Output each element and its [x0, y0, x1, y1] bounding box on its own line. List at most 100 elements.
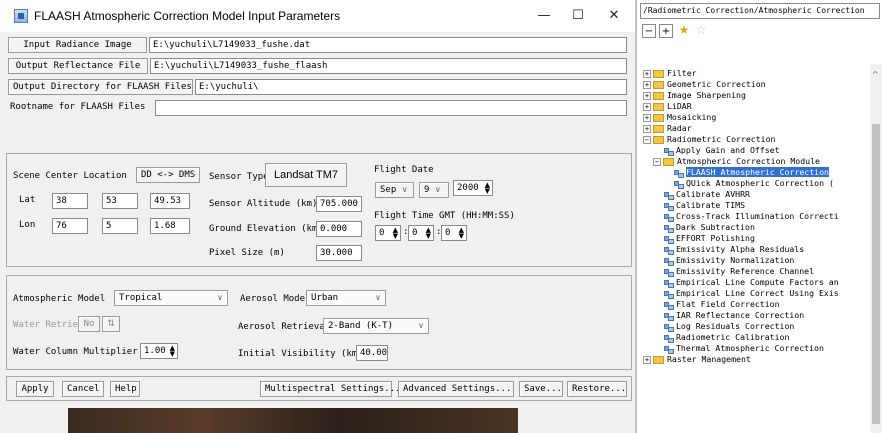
- tool-icon: [663, 279, 674, 288]
- output-directory-field[interactable]: E:\yuchuli\: [195, 79, 627, 95]
- advanced-settings-button[interactable]: Advanced Settings...: [398, 381, 514, 397]
- tree-item-label: LiDAR: [667, 101, 692, 111]
- tree-leaf-item[interactable]: Calibrate TIMS: [643, 200, 869, 211]
- expand-all-icon[interactable]: +: [659, 24, 673, 38]
- tree-leaf-item[interactable]: QUick Atmospheric Correction (: [643, 178, 869, 189]
- maximize-button[interactable]: ☐: [566, 6, 590, 26]
- aerosol-retrieval-value: 2-Band (K-T): [328, 321, 394, 331]
- tree-leaf-item[interactable]: Thermal Atmospheric Correction: [643, 343, 869, 354]
- save-button[interactable]: Save...: [519, 381, 563, 397]
- lat-min-field[interactable]: 53: [102, 193, 138, 209]
- tree-folder-item[interactable]: + Geometric Correction: [643, 79, 869, 90]
- multispectral-settings-button[interactable]: Multispectral Settings...: [260, 381, 400, 397]
- star-outline-icon[interactable]: ☆: [694, 24, 708, 38]
- tree-leaf-item[interactable]: Emissivity Normalization: [643, 255, 869, 266]
- tree-folder-item[interactable]: + Radar: [643, 123, 869, 134]
- sensor-altitude-field[interactable]: 705.000: [316, 196, 362, 212]
- lon-min-field[interactable]: 5: [102, 218, 138, 234]
- favorite-star-icon[interactable]: ★: [677, 24, 691, 38]
- expand-icon[interactable]: +: [643, 91, 651, 100]
- tree-scrollbar[interactable]: ^: [870, 64, 882, 433]
- tree-leaf-item[interactable]: Apply Gain and Offset: [643, 145, 869, 156]
- output-reflectance-file-button[interactable]: Output Reflectance File: [8, 58, 148, 74]
- collapse-all-icon[interactable]: −: [642, 24, 656, 38]
- second-field[interactable]: 0 ▲ ▼: [441, 225, 467, 241]
- aerosol-retrieval-select[interactable]: 2-Band (K-T) ∨: [323, 318, 429, 334]
- tree-folder-item[interactable]: − Atmospheric Correction Module: [643, 156, 869, 167]
- tool-icon: [663, 257, 674, 266]
- ground-elevation-field[interactable]: 0.000: [316, 221, 362, 237]
- tree-leaf-item[interactable]: Empirical Line Correct Using Exis: [643, 288, 869, 299]
- expand-icon[interactable]: +: [643, 124, 651, 133]
- help-button[interactable]: Help: [110, 381, 140, 397]
- tree-folder-item[interactable]: + Filter: [643, 68, 869, 79]
- tree-leaf-item[interactable]: Calibrate AVHRR: [643, 189, 869, 200]
- lon-sec-field[interactable]: 1.68: [150, 218, 190, 234]
- spinner-icon[interactable]: ▲ ▼: [459, 227, 464, 240]
- tree-leaf-item[interactable]: Cross-Track Illumination Correcti: [643, 211, 869, 222]
- expand-icon[interactable]: +: [643, 113, 651, 122]
- expand-icon[interactable]: +: [643, 69, 651, 78]
- input-radiance-image-button[interactable]: Input Radiance Image: [8, 37, 147, 53]
- collapse-icon[interactable]: −: [643, 135, 651, 144]
- toggle-icon[interactable]: ⇅: [102, 316, 120, 332]
- input-radiance-image-field[interactable]: E:\yuchuli\L7149033_fushe.dat: [149, 37, 627, 53]
- tree-folder-item[interactable]: + Mosaicking: [643, 112, 869, 123]
- tree-folder-item[interactable]: + LiDAR: [643, 101, 869, 112]
- spinner-icon[interactable]: ▲ ▼: [485, 182, 490, 195]
- minimize-button[interactable]: —: [532, 6, 556, 26]
- tree-leaf-item[interactable]: Emissivity Alpha Residuals: [643, 244, 869, 255]
- water-column-multiplier-label: Water Column Multiplier: [13, 347, 138, 357]
- year-field[interactable]: 2000 ▲ ▼: [453, 180, 493, 196]
- dd-dms-button[interactable]: DD <-> DMS: [136, 167, 200, 183]
- spinner-icon[interactable]: ▲ ▼: [393, 227, 398, 240]
- lat-deg-field[interactable]: 38: [52, 193, 88, 209]
- second-value: 0: [445, 228, 451, 238]
- hour-field[interactable]: 0 ▲ ▼: [375, 225, 401, 241]
- tree-leaf-item[interactable]: Emissivity Reference Channel: [643, 266, 869, 277]
- cancel-button[interactable]: Cancel: [62, 381, 104, 397]
- title-bar: FLAASH Atmospheric Correction Model Inpu…: [0, 0, 635, 32]
- tree-folder-item[interactable]: + Raster Management: [643, 354, 869, 365]
- output-directory-button[interactable]: Output Directory for FLAASH Files: [8, 79, 193, 95]
- lon-deg-field[interactable]: 76: [52, 218, 88, 234]
- tree-folder-item[interactable]: − Radiometric Correction: [643, 134, 869, 145]
- spinner-icon[interactable]: ▲ ▼: [426, 227, 431, 240]
- background-image-strip: [68, 408, 518, 433]
- tree-leaf-item[interactable]: IAR Reflectance Correction: [643, 310, 869, 321]
- tree-leaf-item[interactable]: EFFORT Polishing: [643, 233, 869, 244]
- rootname-field[interactable]: [155, 100, 627, 116]
- apply-button[interactable]: Apply: [16, 381, 54, 397]
- expand-icon[interactable]: +: [643, 102, 651, 111]
- expand-icon[interactable]: +: [643, 355, 651, 364]
- minute-field[interactable]: 0 ▲ ▼: [408, 225, 434, 241]
- scrollbar-thumb[interactable]: [872, 124, 880, 424]
- sensor-type-select[interactable]: Landsat TM7: [265, 163, 347, 187]
- day-select[interactable]: 9 ∨: [419, 182, 449, 198]
- tree-item-label: Emissivity Normalization: [676, 255, 795, 265]
- expand-icon[interactable]: +: [643, 80, 651, 89]
- pixel-size-field[interactable]: 30.000: [316, 245, 362, 261]
- water-retrieval-value[interactable]: No: [78, 316, 100, 332]
- output-reflectance-file-field[interactable]: E:\yuchuli\L7149033_fushe_flaash: [150, 58, 627, 74]
- restore-button[interactable]: Restore...: [567, 381, 627, 397]
- tree-leaf-item[interactable]: Flat Field Correction: [643, 299, 869, 310]
- tree-leaf-item[interactable]: Empirical Line Compute Factors an: [643, 277, 869, 288]
- lat-sec-field[interactable]: 49.53: [150, 193, 190, 209]
- tree-leaf-item[interactable]: Radiometric Calibration: [643, 332, 869, 343]
- toolbox-path-field[interactable]: /Radiometric Correction/Atmospheric Corr…: [640, 3, 880, 19]
- scroll-up-icon[interactable]: ^: [872, 70, 879, 79]
- tree-leaf-item[interactable]: Log Residuals Correction: [643, 321, 869, 332]
- tree-leaf-item[interactable]: FLAASH Atmospheric Correction: [643, 167, 869, 178]
- tree-leaf-item[interactable]: Dark Subtraction: [643, 222, 869, 233]
- month-select[interactable]: Sep ∨: [375, 182, 414, 198]
- atmospheric-model-select[interactable]: Tropical ∨: [114, 290, 228, 306]
- initial-visibility-field[interactable]: 40.00: [356, 345, 388, 361]
- folder-icon: [653, 124, 664, 133]
- tree-folder-item[interactable]: + Image Sharpening: [643, 90, 869, 101]
- spinner-icon[interactable]: ▲ ▼: [170, 345, 175, 358]
- close-button[interactable]: ✕: [602, 6, 626, 26]
- water-column-multiplier-field[interactable]: 1.00 ▲ ▼: [140, 343, 178, 359]
- collapse-icon[interactable]: −: [653, 157, 661, 166]
- aerosol-model-select[interactable]: Urban ∨: [306, 290, 386, 306]
